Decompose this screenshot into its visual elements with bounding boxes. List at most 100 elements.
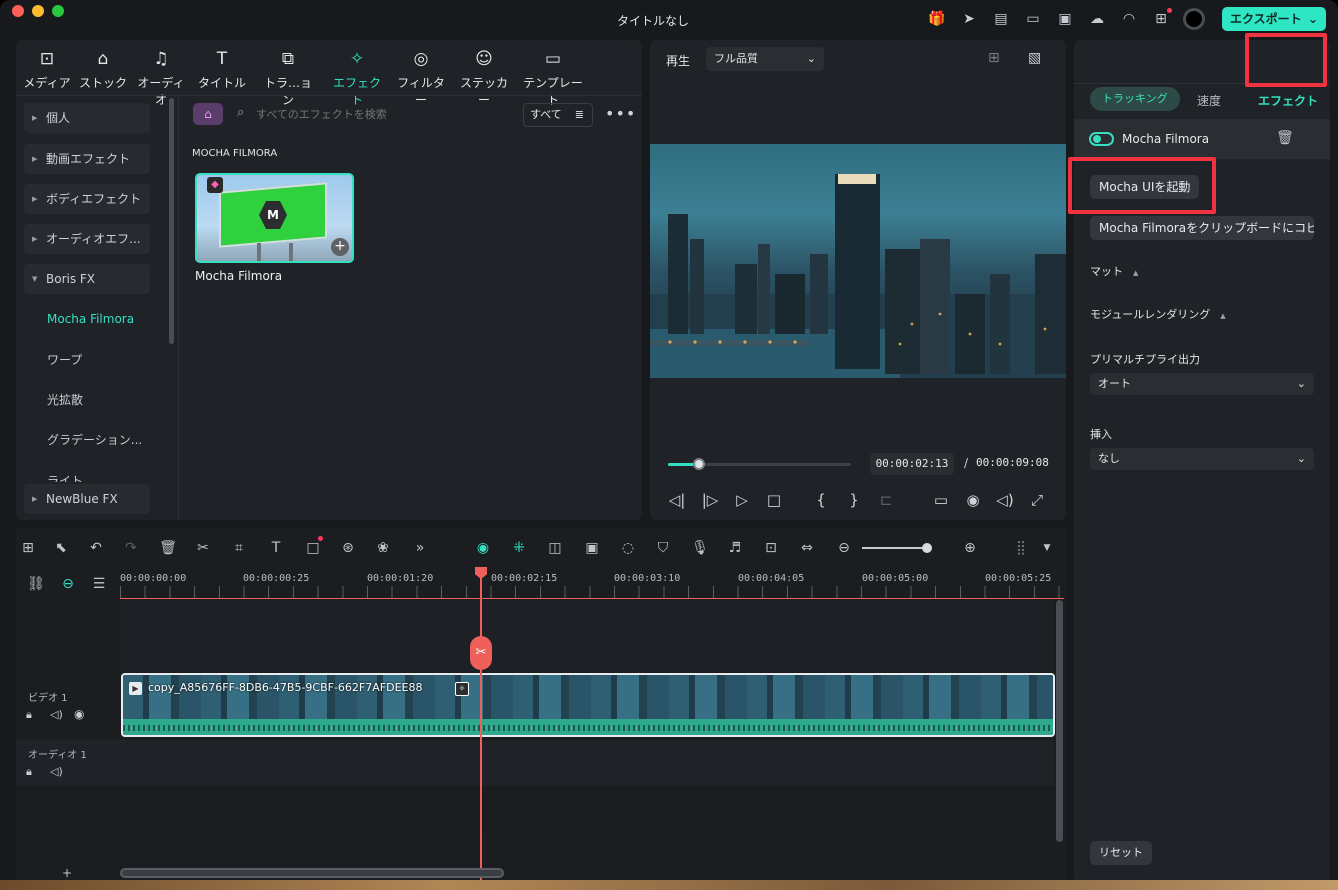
effect-card-thumbnail[interactable]: M ◆ + [195,173,354,263]
crop-icon[interactable]: ⌗ [230,539,248,557]
category-boris-fx[interactable]: ▼ Boris FX [24,264,150,294]
clip-settings-icon[interactable]: ⊡ [762,539,780,557]
category-audio-effects[interactable]: ▶ オーディオエフ... [24,224,150,254]
unlink-icon[interactable]: ⛓ [27,575,45,593]
fullscreen-icon[interactable]: ⤢ [1028,491,1046,509]
grip-icon[interactable]: ⣿ [1012,539,1030,557]
quality-dropdown[interactable]: フル品質 ⌄ [706,47,824,71]
tab-effects[interactable]: エフェクト [1258,92,1318,109]
monitor-icon[interactable]: ▭ [1024,10,1042,28]
color-icon[interactable]: ❀ [374,539,392,557]
next-frame-icon[interactable]: |▷ [701,491,719,509]
tab-stock[interactable]: ⌂ ストック [75,48,131,91]
avatar[interactable] [1183,8,1205,30]
headset-icon[interactable]: ◠ [1120,10,1138,28]
playback-progress-handle[interactable] [693,458,706,470]
display-icon[interactable]: ▭ [932,491,950,509]
image-icon[interactable]: ▧ [1028,50,1041,66]
save-icon[interactable]: ▣ [1056,10,1074,28]
subcategory-mocha-filmora[interactable]: Mocha Filmora [47,312,134,326]
playhead[interactable] [480,569,482,881]
copy-to-clipboard-button[interactable]: Mocha Filmoraをクリップボードにコピー [1090,216,1314,240]
zoom-slider[interactable] [862,543,932,553]
zoom-out-icon[interactable]: ⊖ [835,539,853,557]
shield-icon[interactable]: ⛉ [654,539,672,557]
add-icon[interactable]: + [331,238,349,256]
timeline-vertical-scrollbar[interactable] [1056,600,1063,842]
link-icon[interactable]: ⊖ [59,575,77,593]
tab-filter[interactable]: ◎ フィルター [393,48,449,108]
cloud-upload-icon[interactable]: ☁ [1088,10,1106,28]
more-tools-icon[interactable]: » [411,539,429,557]
redo-icon[interactable]: ↷ [122,539,140,557]
reset-button[interactable]: リセット [1090,841,1152,865]
mask-icon[interactable]: ⊛ [339,539,357,557]
mark-in-icon[interactable]: { [812,491,830,509]
store-icon[interactable]: ⌂ [193,103,223,125]
tab-media[interactable]: ⊡ メディア [19,48,75,91]
insert-icon[interactable]: ⊏ [877,491,895,509]
video-clip[interactable]: ▶ copy_A85676FF-8DB6-47B5-9CBF-662F7AFDE… [121,673,1055,737]
tab-template[interactable]: ▭ テンプレート [521,48,585,108]
volume-icon[interactable]: ◁) [996,491,1014,509]
filter-dropdown[interactable]: すべて ≣ [523,103,593,127]
category-scrollbar[interactable] [169,98,174,344]
previous-frame-icon[interactable]: ◁| [668,491,686,509]
stop-icon[interactable]: □ [765,491,783,509]
gift-icon[interactable]: 🎁 [928,10,946,28]
mic-icon[interactable]: 🎙 [691,539,709,557]
snap-icon[interactable]: ⁜ [510,539,528,557]
lock-icon[interactable]: 🔒︎ [26,765,32,779]
category-personal[interactable]: ▶ 個人 [24,103,150,133]
add-track-icon[interactable]: + [62,866,72,880]
play-icon[interactable]: ▷ [733,491,751,509]
shape-icon[interactable]: □ [304,539,322,557]
delete-icon[interactable]: 🗑 [159,539,177,557]
effect-toggle[interactable] [1089,132,1114,146]
subcategory-warp[interactable]: ワープ [47,351,82,368]
text-icon[interactable]: T [267,539,285,557]
subcategory-light-diffuse[interactable]: 光拡散 [47,391,83,408]
list-icon[interactable]: ▤ [992,10,1010,28]
tab-speed[interactable]: 速度 [1197,92,1221,109]
subcategory-gradation[interactable]: グラデーション... [47,431,142,448]
zoom-in-icon[interactable]: ⊕ [961,539,979,557]
tab-title[interactable]: T タイトル [194,48,250,91]
timeline-horizontal-scrollbar[interactable] [120,868,504,878]
tab-audio[interactable]: ♫ オーディオ [133,48,189,108]
grid-view-icon[interactable]: ⊞ [988,50,1000,66]
tab-effects[interactable]: ✧ エフェクト [329,48,385,108]
tracking-chip[interactable]: トラッキング [1090,87,1180,111]
export-button[interactable]: エクスポート ⌄ [1222,7,1326,31]
matte-section[interactable]: マット ▲ [1090,263,1138,279]
snapshot-icon[interactable]: ◉ [964,491,982,509]
render-icon[interactable]: ◌ [619,539,637,557]
premultiply-dropdown[interactable]: オート ⌄ [1090,373,1314,395]
zoom-slider-handle[interactable] [922,543,932,553]
split-icon[interactable]: ✂ [194,539,212,557]
track-manager-icon[interactable]: ☰ [90,575,108,593]
fit-icon[interactable]: ⇔ [798,539,816,557]
current-time[interactable]: 00:00:02:13 [870,453,954,475]
mark-out-icon[interactable]: } [845,491,863,509]
caret-down-icon[interactable]: ▼ [1038,539,1056,557]
more-icon[interactable]: ••• [605,104,636,123]
category-video-effects[interactable]: ▶ 動画エフェクト [24,144,150,174]
playback-progress-track[interactable] [668,458,851,470]
category-body-effects[interactable]: ▶ ボディエフェクト [24,184,150,214]
ai-icon[interactable]: ◉ [474,539,492,557]
music-edit-icon[interactable]: ♬ [726,539,744,557]
auto-icon[interactable]: ◫ [546,539,564,557]
search-input[interactable] [256,104,516,124]
lock-icon[interactable]: 🔒︎ [26,708,32,722]
layout-icon[interactable]: ⊞ [19,539,37,557]
video-preview[interactable] [650,144,1066,378]
speaker-icon[interactable]: ◁) [50,765,63,778]
select-tool-icon[interactable]: ⬉ [52,539,70,557]
trash-icon[interactable]: 🗑 [1276,130,1294,146]
tab-sticker[interactable]: ☺ ステッカー [456,48,512,108]
insert-dropdown[interactable]: なし ⌄ [1090,448,1314,470]
send-icon[interactable]: ➤ [960,10,978,28]
category-newblue-fx[interactable]: ▶ NewBlue FX [24,484,150,514]
split-scissors-icon[interactable]: ✂ [470,636,492,670]
